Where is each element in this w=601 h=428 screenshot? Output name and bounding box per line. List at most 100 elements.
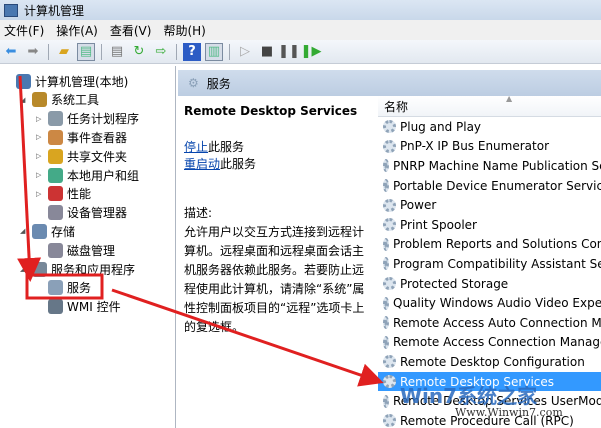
service-row[interactable]: PNRP Machine Name Publication Service [378,156,601,176]
restart-suffix: 此服务 [220,157,257,171]
service-name: PNRP Machine Name Publication Service [393,158,601,173]
gear-icon [383,414,396,428]
tree-item[interactable]: ◢ 存储 [20,222,75,240]
service-name: Print Spooler [400,217,477,232]
forward-icon[interactable]: ➡ [24,43,42,61]
action-pane-icon[interactable]: ▥ [205,42,223,61]
service-name: Portable Device Enumerator Service [393,178,601,193]
watermark-url: Www.Winwin7.com [455,406,563,419]
tree-item[interactable]: ▷ 任务计划程序 [36,110,139,128]
service-row[interactable]: Program Compatibility Assistant Service [378,254,601,274]
tree-item[interactable]: ◢ 服务和应用程序 [20,260,135,278]
gear-icon [383,316,389,330]
tree-item[interactable]: 服务 [36,279,91,297]
expander-icon[interactable]: ▷ [36,190,44,198]
expander-icon[interactable]: ▷ [36,152,44,160]
tree-item-label: 磁盘管理 [67,243,116,258]
tree-item[interactable]: 磁盘管理 [36,241,115,259]
menu-view[interactable]: 查看(V) [106,22,160,39]
gear-icon [383,237,389,251]
tree-item-label: 存储 [51,224,76,239]
tree-item-label: 事件查看器 [67,130,128,145]
gear-icon [383,218,396,232]
tree-item[interactable]: WMI 控件 [36,298,121,316]
toolbar: ⬅ ➡ ▰ ▤ ▤ ↻ ⇨ ? ▥ ▷ ■ ❚❚ ❚▶ [0,40,601,64]
gear-icon [383,394,389,408]
separator [48,43,49,60]
tree-item[interactable]: ▷ 事件查看器 [36,128,127,146]
gear-icon [383,355,396,369]
tree-item[interactable]: 计算机管理(本地) [4,72,128,90]
pause-icon[interactable]: ❚❚ [278,43,300,61]
stop-icon[interactable]: ■ [258,43,276,61]
service-row[interactable]: Quality Windows Audio Video Experience [378,293,601,313]
service-row[interactable]: Power [378,195,601,215]
tree-item-label: 服务 [67,281,92,296]
node-icon [48,111,63,127]
up-folder-icon[interactable]: ▰ [55,43,73,61]
gear-icon [383,375,396,389]
gear-icon [383,198,396,212]
tree-item[interactable]: ◢ 系统工具 [20,91,99,109]
tree-item-label: 系统工具 [51,93,100,108]
service-row[interactable]: Problem Reports and Solutions Control Pa… [378,235,601,255]
service-name: PnP-X IP Bus Enumerator [400,139,549,154]
service-title: Remote Desktop Services [184,104,358,118]
tree-item[interactable]: ▷ 本地用户和组 [36,166,139,184]
show-hide-tree-icon[interactable]: ▤ [77,42,95,61]
tree-item-label: 设备管理器 [67,206,128,221]
stop-service-link[interactable]: 停止 [184,140,208,154]
expander-icon[interactable]: ▷ [36,133,44,141]
sort-ascending-icon: ▲ [506,96,513,103]
service-row[interactable]: Protected Storage [378,274,601,294]
node-icon [48,242,63,258]
expander-icon[interactable]: ◢ [20,265,28,273]
properties-icon[interactable]: ▤ [108,43,126,61]
service-row[interactable]: Remote Access Connection Manager [378,333,601,353]
pane-title: 服务 [206,76,231,91]
menu-bar: 文件(F) 操作(A) 查看(V) 帮助(H) [0,20,601,40]
gear-icon [383,159,389,173]
gear-icon [383,257,389,271]
restart-service-link[interactable]: 重启动 [184,157,220,171]
expander-icon[interactable]: ◢ [20,96,28,104]
service-row[interactable]: Plug and Play [378,117,601,137]
title-bar: 计算机管理 [0,0,601,20]
service-row[interactable]: Print Spooler [378,215,601,235]
column-header-name[interactable]: 名称 ▲ [378,96,601,117]
help-icon[interactable]: ? [183,42,201,61]
tree-item[interactable]: 设备管理器 [36,204,127,222]
back-icon[interactable]: ⬅ [2,43,20,61]
gear-icon [383,120,396,134]
content-pane: ⚙ 服务 Remote Desktop Services 停止此服务 重启动此服… [178,66,601,428]
tree-item[interactable]: ▷ 性能 [36,185,91,203]
service-row[interactable]: Remote Desktop Configuration [378,352,601,372]
gear-icon [383,179,389,193]
expander-icon[interactable]: ◢ [20,227,28,235]
window-title: 计算机管理 [24,3,85,18]
tree-item[interactable]: ▷ 共享文件夹 [36,147,127,165]
menu-file[interactable]: 文件(F) [0,22,52,39]
gear-icon [383,277,396,291]
refresh-icon[interactable]: ↻ [130,43,148,61]
expander-icon[interactable]: ▷ [36,171,44,179]
service-name: Remote Desktop Configuration [400,354,585,369]
service-row[interactable]: Portable Device Enumerator Service [378,176,601,196]
service-row[interactable]: Remote Access Auto Connection Manager [378,313,601,333]
services-list: 名称 ▲ Plug and Play PnP-X IP Bus Enumerato… [378,96,601,428]
service-row[interactable]: PnP-X IP Bus Enumerator [378,137,601,157]
separator [229,43,230,60]
play-icon[interactable]: ▷ [236,43,254,61]
menu-help[interactable]: 帮助(H) [159,22,213,39]
export-icon[interactable]: ⇨ [152,43,170,61]
restart-icon[interactable]: ❚▶ [301,43,322,61]
service-name: Program Compatibility Assistant Service [393,256,601,271]
node-icon [48,167,63,183]
service-name: Protected Storage [400,276,509,291]
computer-management-icon [4,3,18,17]
service-details: Remote Desktop Services 停止此服务 重启动此服务 描述:… [184,102,374,337]
tree-item-label: WMI 控件 [67,300,121,315]
expander-icon[interactable]: ▷ [36,115,44,123]
menu-action[interactable]: 操作(A) [52,22,106,39]
node-icon [32,223,47,239]
